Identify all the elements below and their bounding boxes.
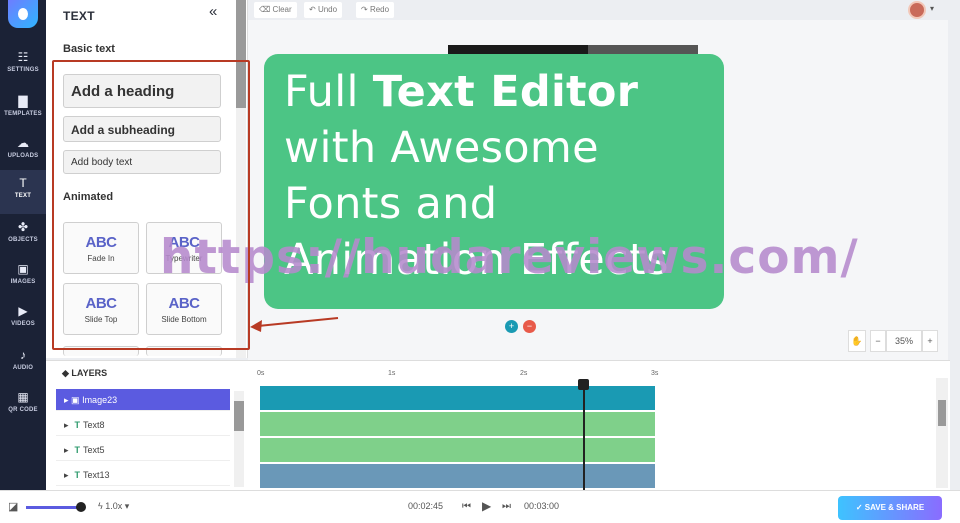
cloud-upload-icon: ☁ xyxy=(17,136,29,150)
redo-label: Redo xyxy=(369,5,390,14)
scrollbar-thumb[interactable] xyxy=(234,401,244,431)
rail-item-label: IMAGES xyxy=(10,279,36,285)
rail-item-label: SETTINGS xyxy=(7,67,39,73)
layer-item[interactable]: ▸ T Text13 xyxy=(56,464,230,486)
hand-tool-icon[interactable]: ✋ xyxy=(848,330,866,352)
ruler-tick: 3s xyxy=(651,370,659,377)
layer-item[interactable]: ▸ T Text8 xyxy=(56,414,230,436)
overlay-text: Full xyxy=(284,67,373,117)
play-icon[interactable]: ▶ xyxy=(482,499,491,513)
layer-item[interactable]: ▸ T Text5 xyxy=(56,439,230,461)
timeline-scrollbar[interactable] xyxy=(936,378,948,488)
rail-item-audio[interactable]: ♪ AUDIO xyxy=(0,342,46,386)
left-rail: ☷ SETTINGS ▇ TEMPLATES ☁ UPLOADS T TEXT … xyxy=(0,0,46,490)
skip-forward-icon[interactable]: ⏭ xyxy=(502,501,511,512)
add-icon[interactable]: + xyxy=(505,320,518,333)
rail-item-settings[interactable]: ☷ SETTINGS xyxy=(0,44,46,88)
current-time: 00:02:45 xyxy=(408,501,444,511)
folder-icon: ▇ xyxy=(18,94,28,108)
undo-button[interactable]: ↶ Undo xyxy=(304,2,343,18)
skip-back-icon[interactable]: ⏮ xyxy=(462,501,471,512)
audio-icon: ♪ xyxy=(20,348,26,362)
timeline-track-text8[interactable] xyxy=(260,412,655,436)
zoom-level: 35% xyxy=(886,330,922,352)
ruler-tick: 0s xyxy=(257,370,265,377)
layer-name: Text13 xyxy=(83,470,110,480)
rail-item-qr-code[interactable]: ▦ QR CODE xyxy=(0,384,46,428)
rail-item-label: VIDEOS xyxy=(11,321,35,327)
zoom-controls: ✋ − 35% + xyxy=(848,330,940,352)
rail-item-images[interactable]: ▣ IMAGES xyxy=(0,256,46,300)
playhead[interactable] xyxy=(583,382,585,490)
video-icon: ▶ xyxy=(18,304,28,318)
timeline-zoom-slider[interactable] xyxy=(26,502,86,512)
rail-item-label: QR CODE xyxy=(8,407,38,413)
scrollbar-thumb[interactable] xyxy=(938,400,946,426)
save-label: SAVE & SHARE xyxy=(864,503,925,512)
slider-knob[interactable] xyxy=(76,502,86,512)
rail-item-objects[interactable]: ✤ OBJECTS xyxy=(0,214,46,258)
user-avatar[interactable] xyxy=(908,1,926,19)
speed-select[interactable]: ϟ 1.0x ▾ xyxy=(98,501,129,512)
zoom-in-button[interactable]: + xyxy=(922,330,938,352)
text-icon: T xyxy=(74,445,81,455)
rail-item-uploads[interactable]: ☁ UPLOADS xyxy=(0,130,46,174)
text-icon: T xyxy=(19,176,27,190)
image-icon: ▣ xyxy=(71,395,80,405)
app-logo[interactable] xyxy=(8,0,38,28)
layers-title: ◆ LAYERS xyxy=(62,368,108,378)
collapse-panel-icon[interactable]: « xyxy=(209,3,217,20)
rail-item-videos[interactable]: ▶ VIDEOS xyxy=(0,298,46,342)
undo-label: Undo xyxy=(317,5,338,14)
timeline-panel: 0s 1s 2s 3s xyxy=(248,360,950,490)
panel-title: TEXT xyxy=(63,9,95,23)
overlay-line-1: Full Text Editor xyxy=(284,64,704,120)
layers-panel: ◆ LAYERS ▸ ▣ Image23 ▸ T Text8 ▸ T Text5 ▸ T T… xyxy=(46,360,248,490)
timeline-track-text13[interactable] xyxy=(260,464,655,488)
total-time: 00:03:00 xyxy=(524,501,560,511)
layer-name: Image23 xyxy=(82,395,118,405)
rail-item-templates[interactable]: ▇ TEMPLATES xyxy=(0,88,46,132)
overlay-line-3: Fonts and xyxy=(284,179,498,229)
layers-title-text: LAYERS xyxy=(71,368,108,378)
rail-item-label: TEXT xyxy=(14,193,32,199)
layer-name: Text8 xyxy=(83,420,105,430)
timeline-track-image23[interactable] xyxy=(260,386,655,410)
rail-item-label: AUDIO xyxy=(12,365,34,371)
ruler-tick: 1s xyxy=(388,370,396,377)
text-icon: T xyxy=(74,420,81,430)
timeline-track-text5[interactable] xyxy=(260,438,655,462)
zoom-out-button[interactable]: − xyxy=(870,330,886,352)
ruler-tick: 2s xyxy=(520,370,528,377)
layers-scrollbar[interactable] xyxy=(234,391,244,487)
clear-label: Clear xyxy=(272,5,292,14)
rail-item-label: OBJECTS xyxy=(8,237,38,243)
save-and-share-button[interactable]: ✓ SAVE & SHARE xyxy=(838,496,942,520)
speed-value: 1.0x xyxy=(105,501,123,511)
arrow-icon xyxy=(250,317,339,332)
rail-item-text[interactable]: T TEXT xyxy=(0,170,46,214)
overlay-text-bold: Text Editor xyxy=(372,67,639,117)
overlay-line-2: with Awesome xyxy=(284,123,599,173)
rail-item-label: UPLOADS xyxy=(7,153,39,159)
aspect-ratio-icon[interactable]: ◪ xyxy=(8,500,18,513)
redo-button[interactable]: ↷ Redo xyxy=(356,2,395,18)
clear-button[interactable]: ⌫ Clear xyxy=(254,2,297,18)
basic-text-heading: Basic text xyxy=(63,43,115,55)
watermark-url: https://hudareviews.com/ xyxy=(160,230,859,285)
text-icon: T xyxy=(74,470,81,480)
rail-item-label: TEMPLATES xyxy=(4,111,42,117)
qr-code-icon: ▦ xyxy=(17,390,29,404)
shapes-icon: ✤ xyxy=(17,220,29,234)
sliders-icon: ☷ xyxy=(17,50,29,64)
remove-icon[interactable]: − xyxy=(523,320,536,333)
highlight-box xyxy=(52,60,250,350)
bottom-bar: ◪ ϟ 1.0x ▾ 00:02:45 ⏮ ▶ ⏭ 00:03:00 ✓ SAV… xyxy=(0,490,960,523)
layer-name: Text5 xyxy=(83,445,105,455)
chevron-down-icon[interactable]: ▾ xyxy=(930,4,934,13)
layer-item[interactable]: ▸ ▣ Image23 xyxy=(56,389,230,411)
image-icon: ▣ xyxy=(17,262,29,276)
